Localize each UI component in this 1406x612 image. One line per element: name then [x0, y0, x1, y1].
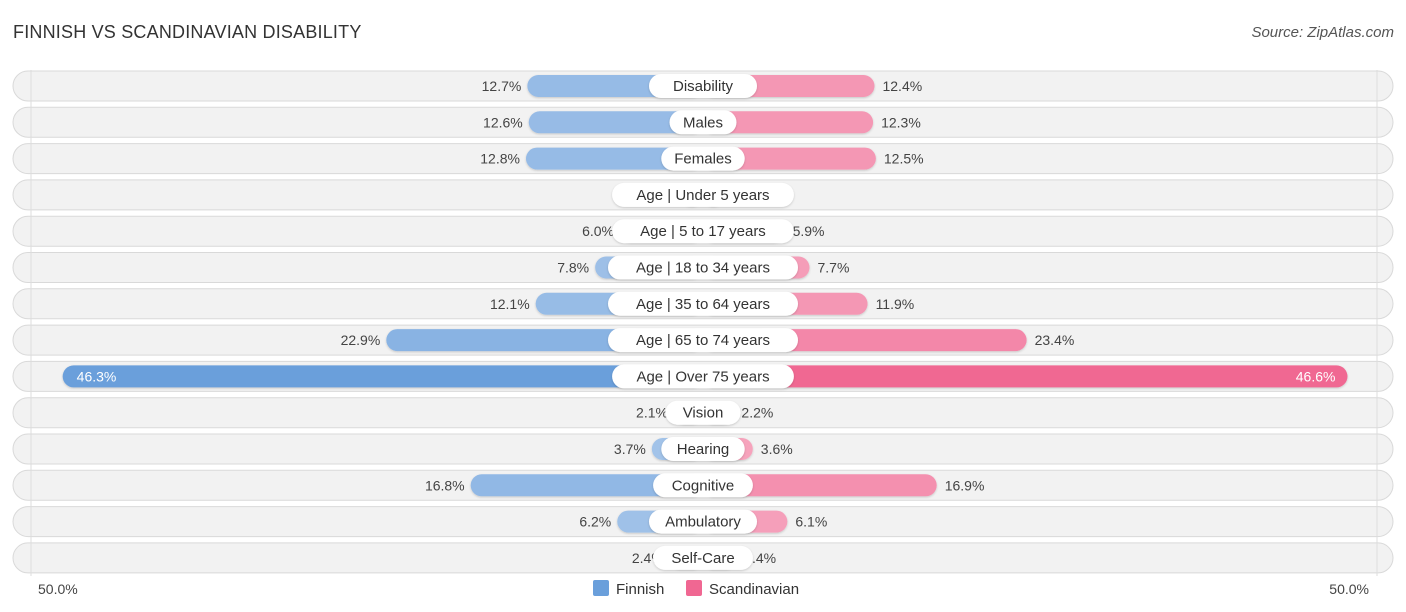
chart-row: 46.3% 46.6% Age | Over 75 years: [12, 360, 1394, 392]
value-label-scandinavian: 2.2%: [741, 405, 773, 421]
bar-scandinavian[interactable]: [703, 365, 1348, 388]
category-label: Age | 35 to 64 years: [636, 296, 770, 313]
chart-row: 2.4% 2.4%Self-Care: [12, 542, 1394, 574]
value-label-scandinavian: 12.4%: [882, 78, 922, 94]
value-label-scandinavian: 23.4%: [1035, 332, 1075, 348]
chart-row: 16.8% 16.9% Cognitive: [12, 469, 1394, 501]
category-label: Age | 18 to 34 years: [636, 260, 770, 277]
value-label-scandinavian: 46.6%: [1296, 368, 1336, 384]
value-label-scandinavian: 5.9%: [793, 223, 825, 239]
category-label: Disability: [673, 78, 734, 95]
category-label: Age | Under 5 years: [636, 187, 769, 204]
legend-swatch-scandinavian: [686, 580, 702, 596]
legend-label-scandinavian: Scandinavian: [709, 581, 799, 598]
value-label-scandinavian: 6.1%: [795, 514, 827, 530]
chart-row: 12.7% 12.4% Disability: [12, 70, 1394, 102]
chart-row: 12.6% 12.3% Males: [12, 106, 1394, 138]
axis-right-label: 50.0%: [1329, 581, 1369, 597]
category-label: Age | 5 to 17 years: [640, 223, 766, 240]
bar-finnish[interactable]: [62, 365, 703, 388]
chart-row: 1.6%1.5%Age | Under 5 years: [12, 179, 1394, 211]
category-label: Ambulatory: [665, 514, 741, 531]
value-label-finnish: 7.8%: [557, 260, 589, 276]
value-label-finnish: 12.6%: [483, 114, 523, 130]
value-label-scandinavian: 12.3%: [881, 114, 921, 130]
value-label-scandinavian: 7.7%: [817, 260, 849, 276]
chart-row: 22.9% 23.4% Age | 65 to 74 years: [12, 324, 1394, 356]
chart-row: 6.2% 6.1% Ambulatory: [12, 506, 1394, 538]
chart-row: 12.8% 12.5% Females: [12, 143, 1394, 175]
legend-label-finnish: Finnish: [616, 581, 664, 598]
value-label-finnish: 2.1%: [636, 405, 668, 421]
category-label: Females: [674, 151, 732, 168]
axis-left-label: 50.0%: [38, 581, 78, 597]
chart-row: 12.1% 11.9% Age | 35 to 64 years: [12, 288, 1394, 320]
value-label-finnish: 3.7%: [614, 441, 646, 457]
value-label-scandinavian: 16.9%: [945, 477, 985, 493]
category-label: Hearing: [677, 441, 730, 458]
value-label-finnish: 12.8%: [480, 151, 520, 167]
category-label: Age | 65 to 74 years: [636, 332, 770, 349]
value-label-finnish: 16.8%: [425, 477, 465, 493]
chart-row: 7.8% 7.7% Age | 18 to 34 years: [12, 252, 1394, 283]
category-label: Vision: [683, 405, 724, 422]
value-label-finnish: 46.3%: [77, 368, 117, 384]
value-label-scandinavian: 3.6%: [761, 441, 793, 457]
chart-row: 6.0% 5.9% Age | 5 to 17 years: [12, 215, 1394, 247]
chart-row: 3.7% 3.6% Hearing: [12, 433, 1394, 465]
value-label-finnish: 6.2%: [579, 514, 611, 530]
category-label: Cognitive: [672, 477, 735, 494]
diverging-bar-chart: 12.7% 12.4% Disability 12.6% 12.3% Males 12.8%…: [12, 70, 1394, 598]
category-label: Age | Over 75 years: [636, 368, 769, 385]
legend: Finnish Scandinavian: [593, 580, 799, 598]
value-label-scandinavian: 12.5%: [884, 151, 924, 167]
value-label-finnish: 6.0%: [582, 223, 614, 239]
legend-swatch-finnish: [593, 580, 609, 596]
value-label-finnish: 12.1%: [490, 296, 530, 312]
chart-row: 2.1% 2.2% Vision: [12, 397, 1394, 429]
category-label: Self-Care: [671, 550, 734, 567]
category-label: Males: [683, 114, 723, 131]
value-label-scandinavian: 11.9%: [876, 296, 915, 312]
value-label-finnish: 22.9%: [341, 332, 381, 348]
value-label-finnish: 12.7%: [482, 78, 522, 94]
